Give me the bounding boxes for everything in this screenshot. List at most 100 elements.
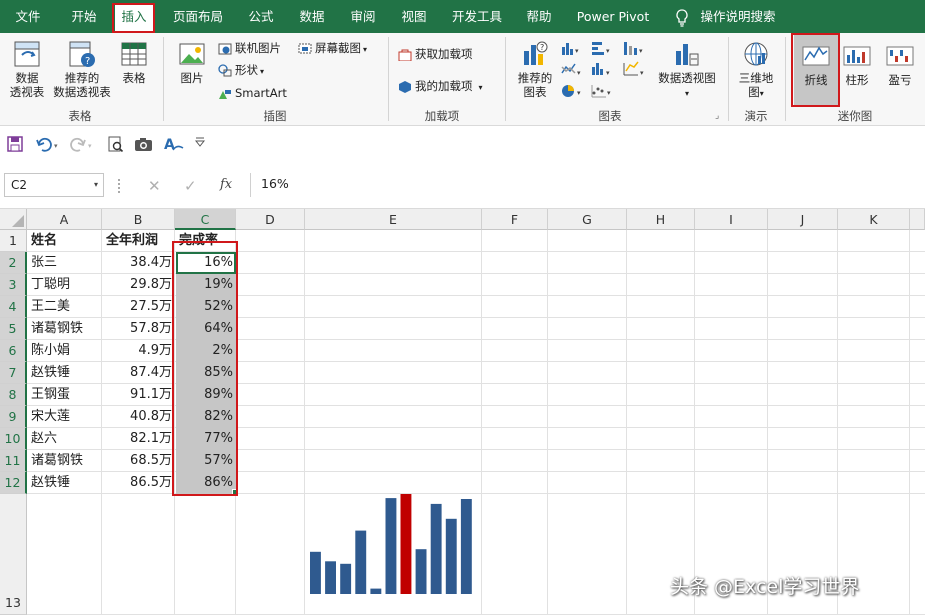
column-header-a[interactable]: A <box>27 209 102 230</box>
column-header-h[interactable]: H <box>627 209 695 230</box>
column-header-j[interactable]: J <box>768 209 838 230</box>
camera-icon[interactable] <box>134 136 154 152</box>
header-profit[interactable]: 全年利润 <box>103 230 175 252</box>
sparkline-line-button[interactable]: 折线 <box>794 35 838 105</box>
formula-input[interactable]: 16% <box>250 173 925 197</box>
pivot-chart-button[interactable]: 数据透视图 ▾ <box>655 39 719 101</box>
row-header-9[interactable]: 9 <box>0 406 27 428</box>
table-button[interactable]: 表格 <box>116 39 152 85</box>
column-header-f[interactable]: F <box>482 209 548 230</box>
recommended-charts-button[interactable]: ? 推荐的 图表 <box>512 39 558 99</box>
cell-completion[interactable]: 89% <box>176 384 236 406</box>
sparkline-winloss-button[interactable]: 盈亏 <box>880 41 920 87</box>
select-all-corner[interactable] <box>0 209 27 230</box>
screenshot-button[interactable]: 屏幕截图 ▾ <box>298 39 367 57</box>
cell-completion[interactable]: 82% <box>176 406 236 428</box>
cell-name[interactable]: 赵铁锤 <box>28 362 101 384</box>
pivot-table-button[interactable]: 数据 透视表 <box>4 39 50 99</box>
column-header-e[interactable]: E <box>305 209 482 230</box>
cell-profit[interactable]: 86.5万 <box>103 472 175 494</box>
tab-developer[interactable]: 开发工具 <box>446 0 508 33</box>
cancel-icon[interactable]: ✕ <box>148 177 161 195</box>
worksheet-grid[interactable]: ABCDEFGHIJK 1 2 3 4 5 6 7 8 9 10 11 12 13 姓名 全年利润 完成率张… <box>0 209 925 615</box>
tab-file[interactable]: 文件 <box>8 0 48 33</box>
row-header-8[interactable]: 8 <box>0 384 27 406</box>
cell-profit[interactable]: 68.5万 <box>103 450 175 472</box>
cell-completion[interactable]: 16% <box>176 252 236 274</box>
cell-profit[interactable]: 87.4万 <box>103 362 175 384</box>
header-completion[interactable]: 完成率 <box>176 230 236 252</box>
cell-name[interactable]: 王钢蛋 <box>28 384 101 406</box>
insert-function-icon[interactable]: fx <box>220 177 232 192</box>
cell-profit[interactable]: 40.8万 <box>103 406 175 428</box>
cell-profit[interactable]: 4.9万 <box>103 340 175 362</box>
print-preview-icon[interactable] <box>107 136 125 152</box>
save-icon[interactable] <box>7 136 25 152</box>
tab-data[interactable]: 数据 <box>293 0 331 33</box>
cell-completion[interactable]: 52% <box>176 296 236 318</box>
row-header-5[interactable]: 5 <box>0 318 27 340</box>
pictures-button[interactable]: 图片 <box>172 39 212 85</box>
recommended-pivot-button[interactable]: ? 推荐的 数据透视表 <box>50 39 114 99</box>
column-header-b[interactable]: B <box>102 209 175 230</box>
tell-me-search[interactable]: 操作说明搜索 <box>698 0 778 33</box>
3d-map-button[interactable]: 三维地 图▾ <box>734 39 778 101</box>
cell-completion[interactable]: 2% <box>176 340 236 362</box>
cell-name[interactable]: 诸葛钢铁 <box>28 450 101 472</box>
tab-formulas[interactable]: 公式 <box>243 0 279 33</box>
tab-view[interactable]: 视图 <box>395 0 433 33</box>
row-header-4[interactable]: 4 <box>0 296 27 318</box>
cell-completion[interactable]: 64% <box>176 318 236 340</box>
header-name[interactable]: 姓名 <box>28 230 101 252</box>
column-header-d[interactable]: D <box>236 209 305 230</box>
tab-home[interactable]: 开始 <box>60 0 108 33</box>
tab-page-layout[interactable]: 页面布局 <box>163 0 233 33</box>
column-header-overflow[interactable] <box>910 209 925 230</box>
column-header-k[interactable]: K <box>838 209 910 230</box>
dialog-launcher-icon[interactable]: ⌟ <box>715 111 719 121</box>
enter-icon[interactable]: ✓ <box>184 177 197 195</box>
undo-icon[interactable]: ▾ <box>36 136 62 152</box>
cell-completion[interactable]: 86% <box>176 472 236 494</box>
cell-name[interactable]: 赵铁锤 <box>28 472 101 494</box>
row-header-6[interactable]: 6 <box>0 340 27 362</box>
name-box[interactable]: C2 ▾ <box>4 173 104 197</box>
shapes-button[interactable]: 形状 ▾ <box>218 61 264 79</box>
row-header-10[interactable]: 10 <box>0 428 27 450</box>
column-header-i[interactable]: I <box>695 209 768 230</box>
cell-name[interactable]: 张三 <box>28 252 101 274</box>
cell-name[interactable]: 陈小娟 <box>28 340 101 362</box>
cell-completion[interactable]: 77% <box>176 428 236 450</box>
chevron-down-icon[interactable]: ▾ <box>94 174 98 196</box>
cell-profit[interactable]: 29.8万 <box>103 274 175 296</box>
get-addins-button[interactable]: 获取加载项 <box>398 45 473 63</box>
tab-insert[interactable]: 插入 <box>115 3 153 33</box>
font-color-icon[interactable]: A <box>163 136 185 152</box>
cell-name[interactable]: 宋大莲 <box>28 406 101 428</box>
cell-name[interactable]: 赵六 <box>28 428 101 450</box>
tab-help[interactable]: 帮助 <box>520 0 558 33</box>
cell-completion[interactable]: 57% <box>176 450 236 472</box>
column-header-c[interactable]: C <box>175 209 236 230</box>
row-header-7[interactable]: 7 <box>0 362 27 384</box>
smartart-button[interactable]: SmartArt <box>218 84 287 102</box>
cell-completion[interactable]: 85% <box>176 362 236 384</box>
cell-profit[interactable]: 27.5万 <box>103 296 175 318</box>
formula-bar-splitter[interactable] <box>118 179 121 193</box>
row-header-12[interactable]: 12 <box>0 472 27 494</box>
cell-profit[interactable]: 38.4万 <box>103 252 175 274</box>
fill-handle[interactable] <box>232 489 238 495</box>
my-addins-button[interactable]: 我的加载项 ▾ <box>398 77 483 95</box>
cell-name[interactable]: 王二美 <box>28 296 101 318</box>
tab-review[interactable]: 审阅 <box>344 0 382 33</box>
cell-profit[interactable]: 91.1万 <box>103 384 175 406</box>
row-header-11[interactable]: 11 <box>0 450 27 472</box>
row-header-2[interactable]: 2 <box>0 252 27 274</box>
cell-completion[interactable]: 19% <box>176 274 236 296</box>
cell-name[interactable]: 诸葛钢铁 <box>28 318 101 340</box>
row-header-1[interactable]: 1 <box>0 230 27 252</box>
column-header-g[interactable]: G <box>548 209 627 230</box>
row-header-3[interactable]: 3 <box>0 274 27 296</box>
sparkline-column-button[interactable]: 柱形 <box>840 41 874 87</box>
chart-types-icon[interactable]: ▾ ▾ ▾ ▾ ▾ ▾ ▾ ▾ <box>560 39 655 103</box>
